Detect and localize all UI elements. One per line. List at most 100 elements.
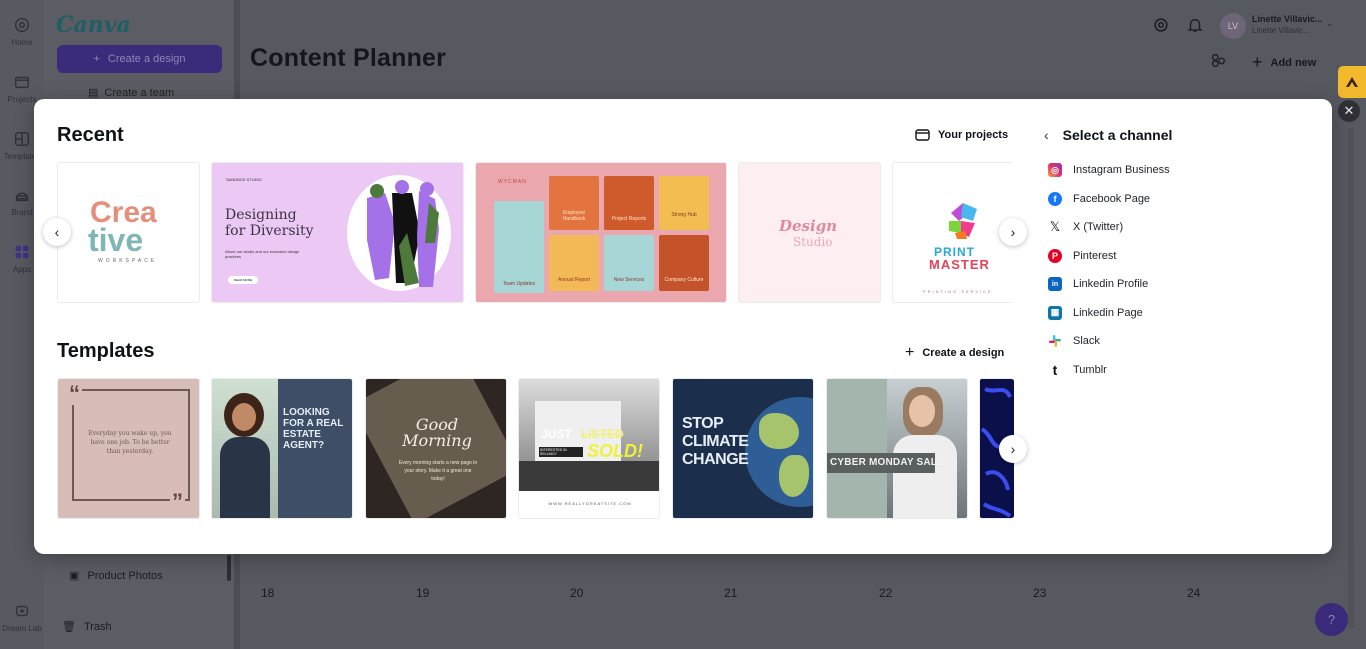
user-team: Linette Villavic...: [1252, 26, 1310, 35]
grid-tile: New Services: [604, 235, 654, 291]
help-button[interactable]: ?: [1315, 603, 1348, 636]
recent-design-print-master[interactable]: PRINT MASTER PRINTING SERVICE: [892, 162, 1014, 303]
design-text: Designing: [225, 207, 297, 223]
create-design-button[interactable]: + Create a design: [57, 45, 222, 73]
settings-icon[interactable]: [1152, 16, 1170, 34]
globe: [745, 397, 813, 507]
recent-prev-button[interactable]: ‹: [43, 218, 71, 246]
calendar-day[interactable]: 18: [261, 586, 274, 600]
chevron-left-icon: ‹: [54, 224, 60, 240]
calendar-day[interactable]: 22: [879, 586, 892, 600]
back-chevron-icon[interactable]: ‹: [1044, 127, 1049, 143]
plus-icon: +: [1252, 52, 1263, 72]
collaborators-icon[interactable]: [1209, 51, 1227, 69]
tumblr-icon: t: [1052, 361, 1058, 378]
template-good-morning[interactable]: Good Morning Every morning starts a new …: [365, 378, 507, 519]
design-text: About our studio and our exclusive desig…: [225, 249, 300, 259]
channel-linkedin-profile[interactable]: in Linkedin Profile: [1048, 270, 1318, 299]
calendar-day[interactable]: 21: [724, 586, 737, 600]
design-text: for Diversity: [225, 223, 314, 239]
apps-icon: [15, 245, 29, 259]
channel-x-twitter[interactable]: 𝕏 X (Twitter): [1048, 213, 1318, 242]
trash-icon: 🗑: [62, 621, 76, 633]
template-cyber-monday[interactable]: CYBER MONDAY SALE: [826, 378, 968, 519]
create-design-label: Create a design: [107, 53, 186, 65]
recent-design-studio[interactable]: Design Studio: [738, 162, 881, 303]
design-text: SOLD!: [587, 441, 643, 461]
bell-icon[interactable]: [1186, 16, 1204, 34]
grid-tile: Employee Handbook: [549, 176, 599, 230]
chevron-right-icon: ›: [1010, 441, 1016, 457]
calendar-day[interactable]: 23: [1033, 586, 1046, 600]
design-text: PRINTING SERVICE: [923, 289, 993, 294]
grid-tile: Annual Report: [549, 235, 599, 291]
folder-icon: [915, 129, 930, 141]
canva-logo[interactable]: Canva: [56, 12, 131, 38]
calendar-day[interactable]: 19: [416, 586, 429, 600]
recent-next-button[interactable]: ›: [999, 218, 1027, 246]
design-text: Project Reports: [611, 216, 647, 222]
print-master-logo: [949, 203, 977, 239]
rail-item-projects[interactable]: Projects: [0, 73, 44, 104]
channel-label: X (Twitter): [1073, 221, 1124, 234]
agent-photo: [212, 379, 278, 518]
calendar-day[interactable]: 24: [1187, 586, 1200, 600]
design-text: STOP CLIMATE CHANGE: [682, 415, 749, 468]
design-text: CYBER MONDAY SALE: [830, 457, 944, 468]
sidebar-item-trash[interactable]: 🗑 Trash: [62, 620, 112, 634]
rail-item-dream-lab[interactable]: Dream Lab: [0, 602, 44, 633]
sidebar-scrollbar[interactable]: [227, 555, 231, 581]
design-text: tive: [88, 222, 144, 258]
extension-badge[interactable]: [1338, 66, 1366, 98]
create-team-button[interactable]: ▤ Create a team: [88, 86, 175, 100]
facebook-icon: f: [1048, 191, 1062, 206]
channel-facebook-page[interactable]: f Facebook Page: [1048, 185, 1318, 214]
template-just-listed[interactable]: JUST LISTED SOLD! INTERESTED IN SELLING?…: [518, 378, 660, 519]
calendar-day[interactable]: 20: [570, 586, 583, 600]
create-team-label: Create a team: [104, 86, 175, 99]
brand-icon: [15, 192, 29, 202]
diversity-illustration: [347, 175, 451, 291]
grid-tile: Company Culture: [659, 235, 709, 291]
template-climate[interactable]: STOP CLIMATE CHANGE: [672, 378, 814, 519]
design-text: LOOKING FOR A REAL ESTATE AGENT?: [283, 407, 344, 451]
close-modal-button[interactable]: ✕: [1338, 100, 1360, 122]
avatar[interactable]: LV: [1220, 13, 1246, 39]
channel-pinterest[interactable]: P Pinterest: [1048, 242, 1318, 271]
chevron-down-icon[interactable]: ⌄: [1326, 18, 1334, 29]
linkedin-page-icon: ▦: [1048, 305, 1062, 320]
add-new-label: Add new: [1270, 56, 1317, 69]
channel-tumblr[interactable]: t Tumblr: [1048, 356, 1318, 385]
folder-photo-icon: ▣: [69, 570, 80, 582]
create-design-link-label: Create a design: [922, 347, 1005, 359]
user-name[interactable]: Linette Villavic...: [1252, 14, 1322, 24]
recent-design-company-grid[interactable]: WYCMAN Team Updates Employee Handbook Pr…: [475, 162, 727, 303]
main-scrollbar[interactable]: [1348, 128, 1354, 628]
recent-design-creative[interactable]: Crea tive WORKSPACE: [57, 162, 200, 303]
sidebar-item-label: Trash: [83, 620, 112, 633]
template-real-estate[interactable]: LOOKING FOR A REAL ESTATE AGENT?: [211, 378, 353, 519]
design-text: JUST: [541, 427, 572, 441]
channel-slack[interactable]: Slack: [1048, 327, 1318, 356]
templates-next-button[interactable]: ›: [999, 435, 1027, 463]
create-design-link[interactable]: + Create a design: [905, 344, 1004, 362]
page-title: Content Planner: [250, 44, 447, 72]
close-icon: ✕: [1343, 103, 1355, 118]
channel-list: ◎ Instagram Business f Facebook Page 𝕏 X…: [1048, 156, 1318, 384]
home-icon: [14, 17, 30, 33]
grid-tile: Team Updates: [494, 201, 544, 293]
rail-item-home[interactable]: Home: [0, 16, 44, 47]
channel-linkedin-page[interactable]: ▦ Linkedin Page: [1048, 299, 1318, 328]
design-text: Strong Hub: [671, 212, 697, 218]
template-quote[interactable]: “ ” Everyday you wake up, you have one j…: [57, 378, 200, 519]
sidebar-item-product-photos[interactable]: ▣ Product Photos: [69, 569, 163, 583]
channel-label: Linkedin Profile: [1073, 278, 1149, 291]
linkedin-icon: in: [1048, 277, 1062, 292]
your-projects-button[interactable]: Your projects: [915, 128, 1008, 141]
channel-instagram-business[interactable]: ◎ Instagram Business: [1048, 156, 1318, 185]
design-text: WYCMAN: [498, 179, 527, 185]
recent-design-diversity[interactable]: SANDBOX STUDIO Designing for Diversity A…: [211, 162, 464, 303]
add-new-button[interactable]: + Add new: [1252, 52, 1316, 73]
channel-picker-modal: Recent Your projects Crea tive WORKSPACE…: [34, 99, 1332, 554]
design-text: New Services: [613, 277, 645, 283]
